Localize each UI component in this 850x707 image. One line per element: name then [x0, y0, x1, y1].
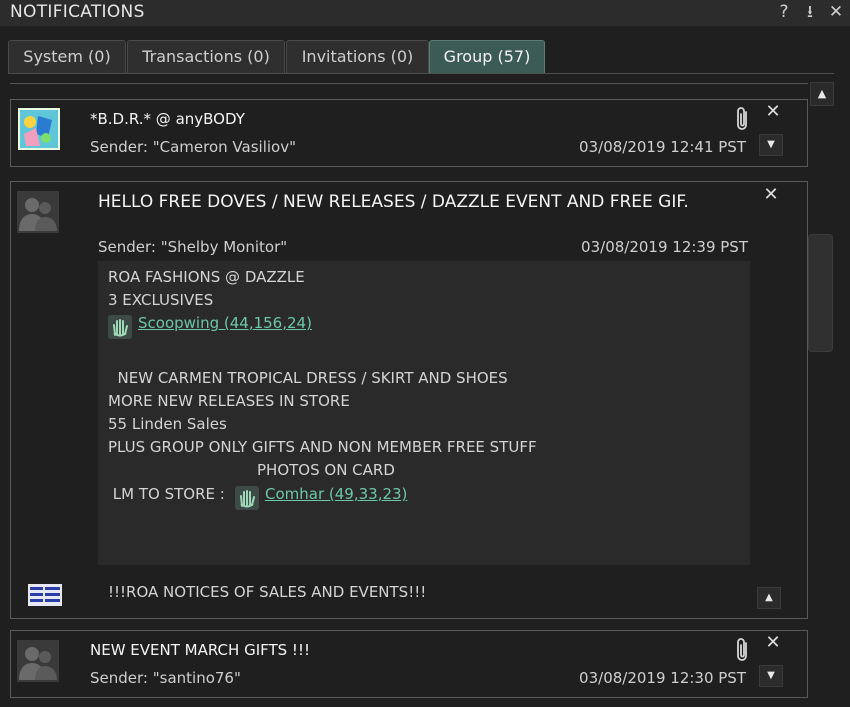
expand-button[interactable]: ▼ [759, 134, 783, 156]
location-link[interactable]: Comhar (49,33,23) [265, 485, 407, 503]
default-group-avatar-icon [17, 640, 59, 682]
tab-group[interactable]: Group (57) [429, 40, 545, 73]
landmark-hand-icon [235, 486, 259, 510]
notification-date: 03/08/2019 12:30 PST [579, 669, 746, 687]
group-name: !!!ROA NOTICES OF SALES AND EVENTS!!! [108, 583, 427, 601]
expand-button[interactable]: ▼ [759, 665, 783, 687]
notification-date: 03/08/2019 12:39 PST [581, 238, 748, 256]
dismiss-notification-button[interactable]: ✕ [764, 103, 782, 121]
paperclip-icon[interactable] [733, 106, 753, 132]
message-line: NEW CARMEN TROPICAL DRESS / SKIRT AND SH… [108, 369, 508, 387]
paperclip-icon[interactable] [733, 637, 753, 663]
notification-sender: Sender: "Shelby Monitor" [98, 238, 288, 256]
dismiss-notification-button[interactable]: ✕ [762, 186, 780, 204]
message-line: ROA FASHIONS @ DAZZLE [108, 268, 305, 286]
group-avatar-image [18, 108, 60, 150]
scrollbar-thumb[interactable] [808, 234, 833, 352]
tab-transactions[interactable]: Transactions (0) [127, 40, 285, 73]
message-line: 3 EXCLUSIVES [108, 291, 214, 309]
location-link[interactable]: Scoopwing (44,156,24) [138, 314, 312, 332]
dismiss-notification-button[interactable]: ✕ [764, 634, 782, 652]
collapse-button[interactable]: ▲ [757, 587, 781, 609]
scroll-up-button[interactable]: ▲ [810, 82, 834, 106]
notification-sender: Sender: "Cameron Vasiliov" [90, 138, 296, 156]
notification-date: 03/08/2019 12:41 PST [579, 138, 746, 156]
default-group-avatar-icon [17, 191, 59, 233]
tab-invitations[interactable]: Invitations (0) [286, 40, 429, 73]
message-line: LM TO STORE : [108, 485, 225, 503]
notification-subject: HELLO FREE DOVES / NEW RELEASES / DAZZLE… [98, 192, 689, 212]
close-icon[interactable]: ✕ [826, 1, 846, 23]
message-line: 55 Linden Sales [108, 415, 227, 433]
window-title: NOTIFICATIONS [10, 2, 145, 22]
tab-divider [8, 73, 834, 74]
notification-sender: Sender: "santino76" [90, 669, 241, 687]
title-bar: NOTIFICATIONS ? ⭳ ✕ [0, 0, 850, 26]
message-line: MORE NEW RELEASES IN STORE [108, 392, 350, 410]
message-line: PHOTOS ON CARD [257, 461, 395, 479]
list-top-divider [10, 83, 808, 84]
landmark-hand-icon [108, 315, 132, 339]
question-icon[interactable]: ? [774, 1, 794, 23]
notification-subject: *B.D.R.* @ anyBODY [90, 110, 245, 128]
notification-subject: NEW EVENT MARCH GIFTS !!! [90, 641, 310, 659]
dock-icon[interactable]: ⭳ [800, 1, 820, 23]
tab-system[interactable]: System (0) [8, 40, 126, 73]
message-line: PLUS GROUP ONLY GIFTS AND NON MEMBER FRE… [108, 438, 537, 456]
group-insignia-icon [28, 584, 62, 606]
